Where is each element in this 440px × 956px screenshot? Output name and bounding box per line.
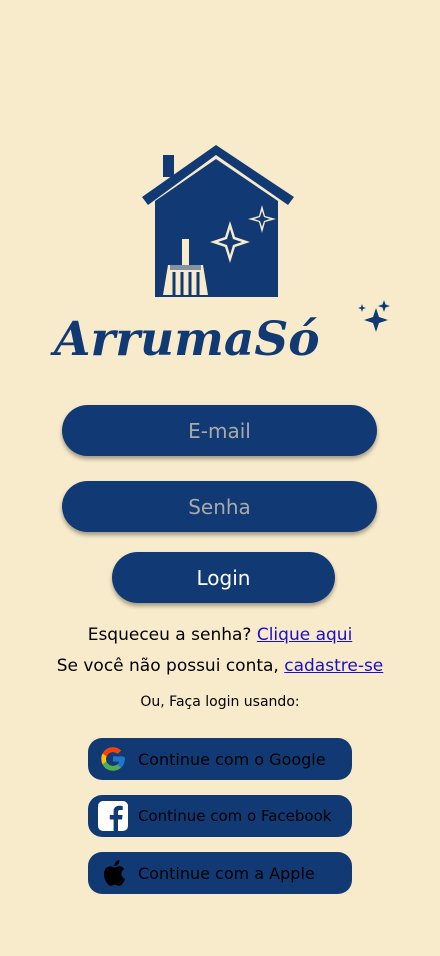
sparkles-icon (358, 300, 390, 332)
forgot-password-line: Esqueceu a senha? Clique aqui (0, 625, 440, 645)
google-icon (98, 744, 128, 774)
forgot-password-text: Esqueceu a senha? (87, 625, 257, 645)
facebook-icon (98, 801, 128, 831)
apple-login-label: Continue com a Apple (138, 863, 315, 883)
google-login-label: Continue com o Google (138, 749, 326, 769)
password-field[interactable] (62, 481, 377, 532)
alternative-login-label: Ou, Faça login usando: (140, 694, 300, 710)
email-input[interactable] (62, 405, 377, 456)
forgot-password-link[interactable]: Clique aqui (257, 625, 352, 645)
app-name: ArrumaSó (54, 312, 320, 367)
email-field[interactable] (62, 405, 377, 456)
app-logo: ArrumaSó (50, 300, 395, 370)
house-broom-logo-icon (138, 145, 298, 300)
google-login-button[interactable]: Continue com o Google (88, 738, 352, 780)
facebook-login-button[interactable]: Continue com o Facebook (88, 795, 352, 837)
signup-text: Se você não possui conta, (56, 656, 285, 676)
password-input[interactable] (62, 481, 377, 532)
apple-login-button[interactable]: Continue com a Apple (88, 852, 352, 894)
login-button[interactable]: Login (112, 552, 335, 603)
signup-line: Se você não possui conta, cadastre-se (0, 656, 440, 676)
signup-link[interactable]: cadastre-se (284, 656, 383, 676)
facebook-login-label: Continue com o Facebook (138, 807, 332, 825)
apple-icon (98, 858, 128, 888)
